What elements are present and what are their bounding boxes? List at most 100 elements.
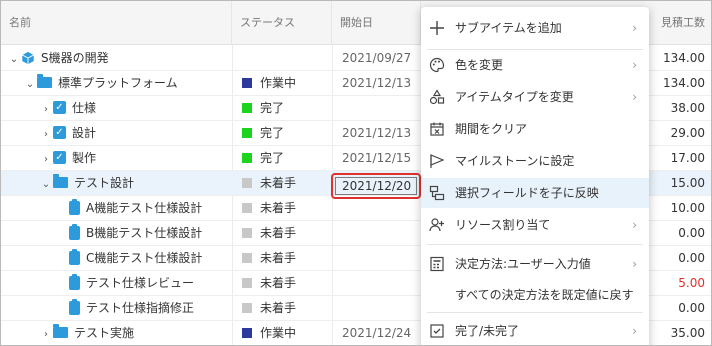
start-date-cell[interactable] — [332, 196, 421, 220]
menu-item-add-subitem[interactable]: サブアイテムを追加 › — [421, 13, 649, 43]
chevron-right-icon: › — [632, 324, 637, 338]
task-name-cell[interactable]: テスト仕様指摘修正 — [1, 296, 232, 320]
work-estimate-cell[interactable]: 35.00 — [641, 321, 705, 345]
work-estimate-cell[interactable]: 38.00 — [641, 96, 705, 120]
status-cell[interactable] — [232, 46, 332, 70]
chevron-right-icon: › — [632, 218, 637, 232]
chevron-right-icon[interactable]: › — [39, 123, 53, 145]
task-name-cell[interactable]: › テスト実施 — [1, 321, 232, 345]
menu-item-done-toggle[interactable]: 完了/未完了 › — [421, 316, 649, 345]
status-cell[interactable]: 未着手 — [232, 296, 332, 320]
task-name-cell[interactable]: › ✓ 製作 — [1, 146, 232, 170]
clipboard-icon — [69, 198, 80, 215]
work-estimate-cell[interactable]: 0.00 — [641, 246, 705, 270]
chevron-down-icon[interactable]: ⌄ — [39, 173, 53, 195]
task-name-cell[interactable]: ⌄ S機器の開発 — [1, 46, 232, 70]
task-name-cell[interactable]: A機能テスト仕様設計 — [1, 196, 232, 220]
status-color-swatch — [242, 327, 252, 338]
task-name-cell[interactable]: › ✓ 仕様 — [1, 96, 232, 120]
status-label: 作業中 — [260, 76, 297, 90]
clipboard-icon — [69, 273, 80, 290]
status-cell[interactable]: 未着手 — [232, 171, 332, 195]
work-estimate-cell[interactable]: 0.00 — [641, 296, 705, 320]
folder-icon — [53, 324, 68, 338]
task-check-icon: ✓ — [53, 151, 66, 164]
add-user-icon — [429, 218, 444, 232]
task-name: 設計 — [72, 126, 97, 140]
start-date-editor[interactable]: 2021/12/20 — [331, 173, 421, 199]
status-cell[interactable]: 完了 — [232, 121, 332, 145]
status-cell[interactable]: 完了 — [232, 146, 332, 170]
column-header-work[interactable]: 見積工数 — [641, 1, 711, 45]
start-date-cell[interactable]: 2021/09/27 — [332, 46, 421, 70]
status-cell[interactable]: 作業中 — [232, 71, 332, 95]
work-estimate-cell[interactable]: 15.00 — [641, 171, 705, 195]
reflect-to-children-icon — [429, 185, 445, 201]
task-check-icon: ✓ — [53, 126, 66, 139]
start-date-cell[interactable] — [332, 221, 421, 245]
task-name-cell[interactable]: B機能テスト仕様設計 — [1, 221, 232, 245]
status-color-swatch — [242, 177, 252, 188]
project-grid-window: 名前 ステータス 開始日 見積工数 ⌄ S機器の開発 2021/09/27 134.0… — [0, 0, 712, 346]
status-label: 完了 — [260, 126, 285, 140]
status-cell[interactable]: 完了 — [232, 96, 332, 120]
task-name-cell[interactable]: ⌄ テスト設計 — [1, 171, 232, 195]
status-cell[interactable]: 未着手 — [232, 221, 332, 245]
status-color-swatch — [242, 277, 252, 288]
status-color-swatch — [242, 252, 252, 263]
checkbox-icon — [430, 324, 444, 338]
status-cell[interactable]: 未着手 — [232, 196, 332, 220]
task-name-cell[interactable]: ⌄ 標準プラットフォーム — [1, 71, 232, 95]
column-header-status[interactable]: ステータス — [232, 1, 332, 45]
status-label: 未着手 — [260, 276, 297, 290]
chevron-down-icon[interactable]: ⌄ — [7, 48, 21, 70]
work-estimate-cell[interactable]: 29.00 — [641, 121, 705, 145]
task-name-cell[interactable]: テスト仕様レビュー — [1, 271, 232, 295]
status-color-swatch — [242, 302, 252, 313]
shapes-icon — [429, 89, 445, 105]
menu-item-clear-period[interactable]: 期間をクリア — [421, 114, 649, 144]
start-date-cell[interactable]: 2021/12/24 — [332, 321, 421, 345]
menu-item-assign-resource[interactable]: リソース割り当て › — [421, 210, 649, 240]
menu-item-reset-methods[interactable]: すべての決定方法を既定値に戻す — [421, 280, 649, 310]
menu-item-reflect-field[interactable]: 選択フィールドを子に反映 — [421, 178, 649, 208]
chevron-right-icon[interactable]: › — [39, 323, 53, 345]
start-date-cell[interactable]: 2021/12/13 — [332, 121, 421, 145]
chevron-right-icon[interactable]: › — [39, 98, 53, 120]
work-estimate-cell[interactable]: 10.00 — [641, 196, 705, 220]
status-color-swatch — [242, 152, 252, 163]
work-estimate-cell[interactable]: 134.00 — [641, 46, 705, 70]
status-cell[interactable]: 未着手 — [232, 271, 332, 295]
start-date-cell[interactable] — [332, 296, 421, 320]
start-date-cell[interactable]: 2021/12/15 — [332, 146, 421, 170]
menu-item-change-type[interactable]: アイテムタイプを変更 › — [421, 82, 649, 112]
clipboard-icon — [69, 298, 80, 315]
column-header-name[interactable]: 名前 — [1, 1, 232, 45]
context-menu: サブアイテムを追加 › 色を変更 › アイテムタイプを変更 › 期間をクリア マ… — [421, 7, 649, 345]
calendar-clear-icon — [430, 122, 444, 136]
status-color-swatch — [242, 127, 252, 138]
status-label: 未着手 — [260, 251, 297, 265]
task-check-icon: ✓ — [53, 101, 66, 114]
chevron-right-icon[interactable]: › — [39, 148, 53, 170]
status-cell[interactable]: 未着手 — [232, 246, 332, 270]
start-date-cell[interactable] — [332, 96, 421, 120]
status-color-swatch — [242, 77, 252, 88]
status-color-swatch — [242, 227, 252, 238]
start-date-cell[interactable] — [332, 246, 421, 270]
menu-item-set-milestone[interactable]: マイルストーンに設定 — [421, 146, 649, 176]
work-estimate-cell[interactable]: 17.00 — [641, 146, 705, 170]
chevron-down-icon[interactable]: ⌄ — [23, 73, 37, 95]
column-header-start-date[interactable]: 開始日 — [332, 1, 421, 45]
menu-item-change-color[interactable]: 色を変更 › — [421, 50, 649, 80]
status-cell[interactable]: 作業中 — [232, 321, 332, 345]
start-date-cell[interactable] — [332, 271, 421, 295]
task-name-cell[interactable]: C機能テスト仕様設計 — [1, 246, 232, 270]
task-name-cell[interactable]: › ✓ 設計 — [1, 121, 232, 145]
work-estimate-cell[interactable]: 5.00 — [641, 271, 705, 295]
menu-item-decide-method[interactable]: 決定方法:ユーザー入力値 › — [421, 249, 649, 279]
work-estimate-cell[interactable]: 0.00 — [641, 221, 705, 245]
start-date-cell[interactable]: 2021/12/13 — [332, 71, 421, 95]
work-estimate-cell[interactable]: 134.00 — [641, 71, 705, 95]
chevron-right-icon: › — [632, 21, 637, 35]
